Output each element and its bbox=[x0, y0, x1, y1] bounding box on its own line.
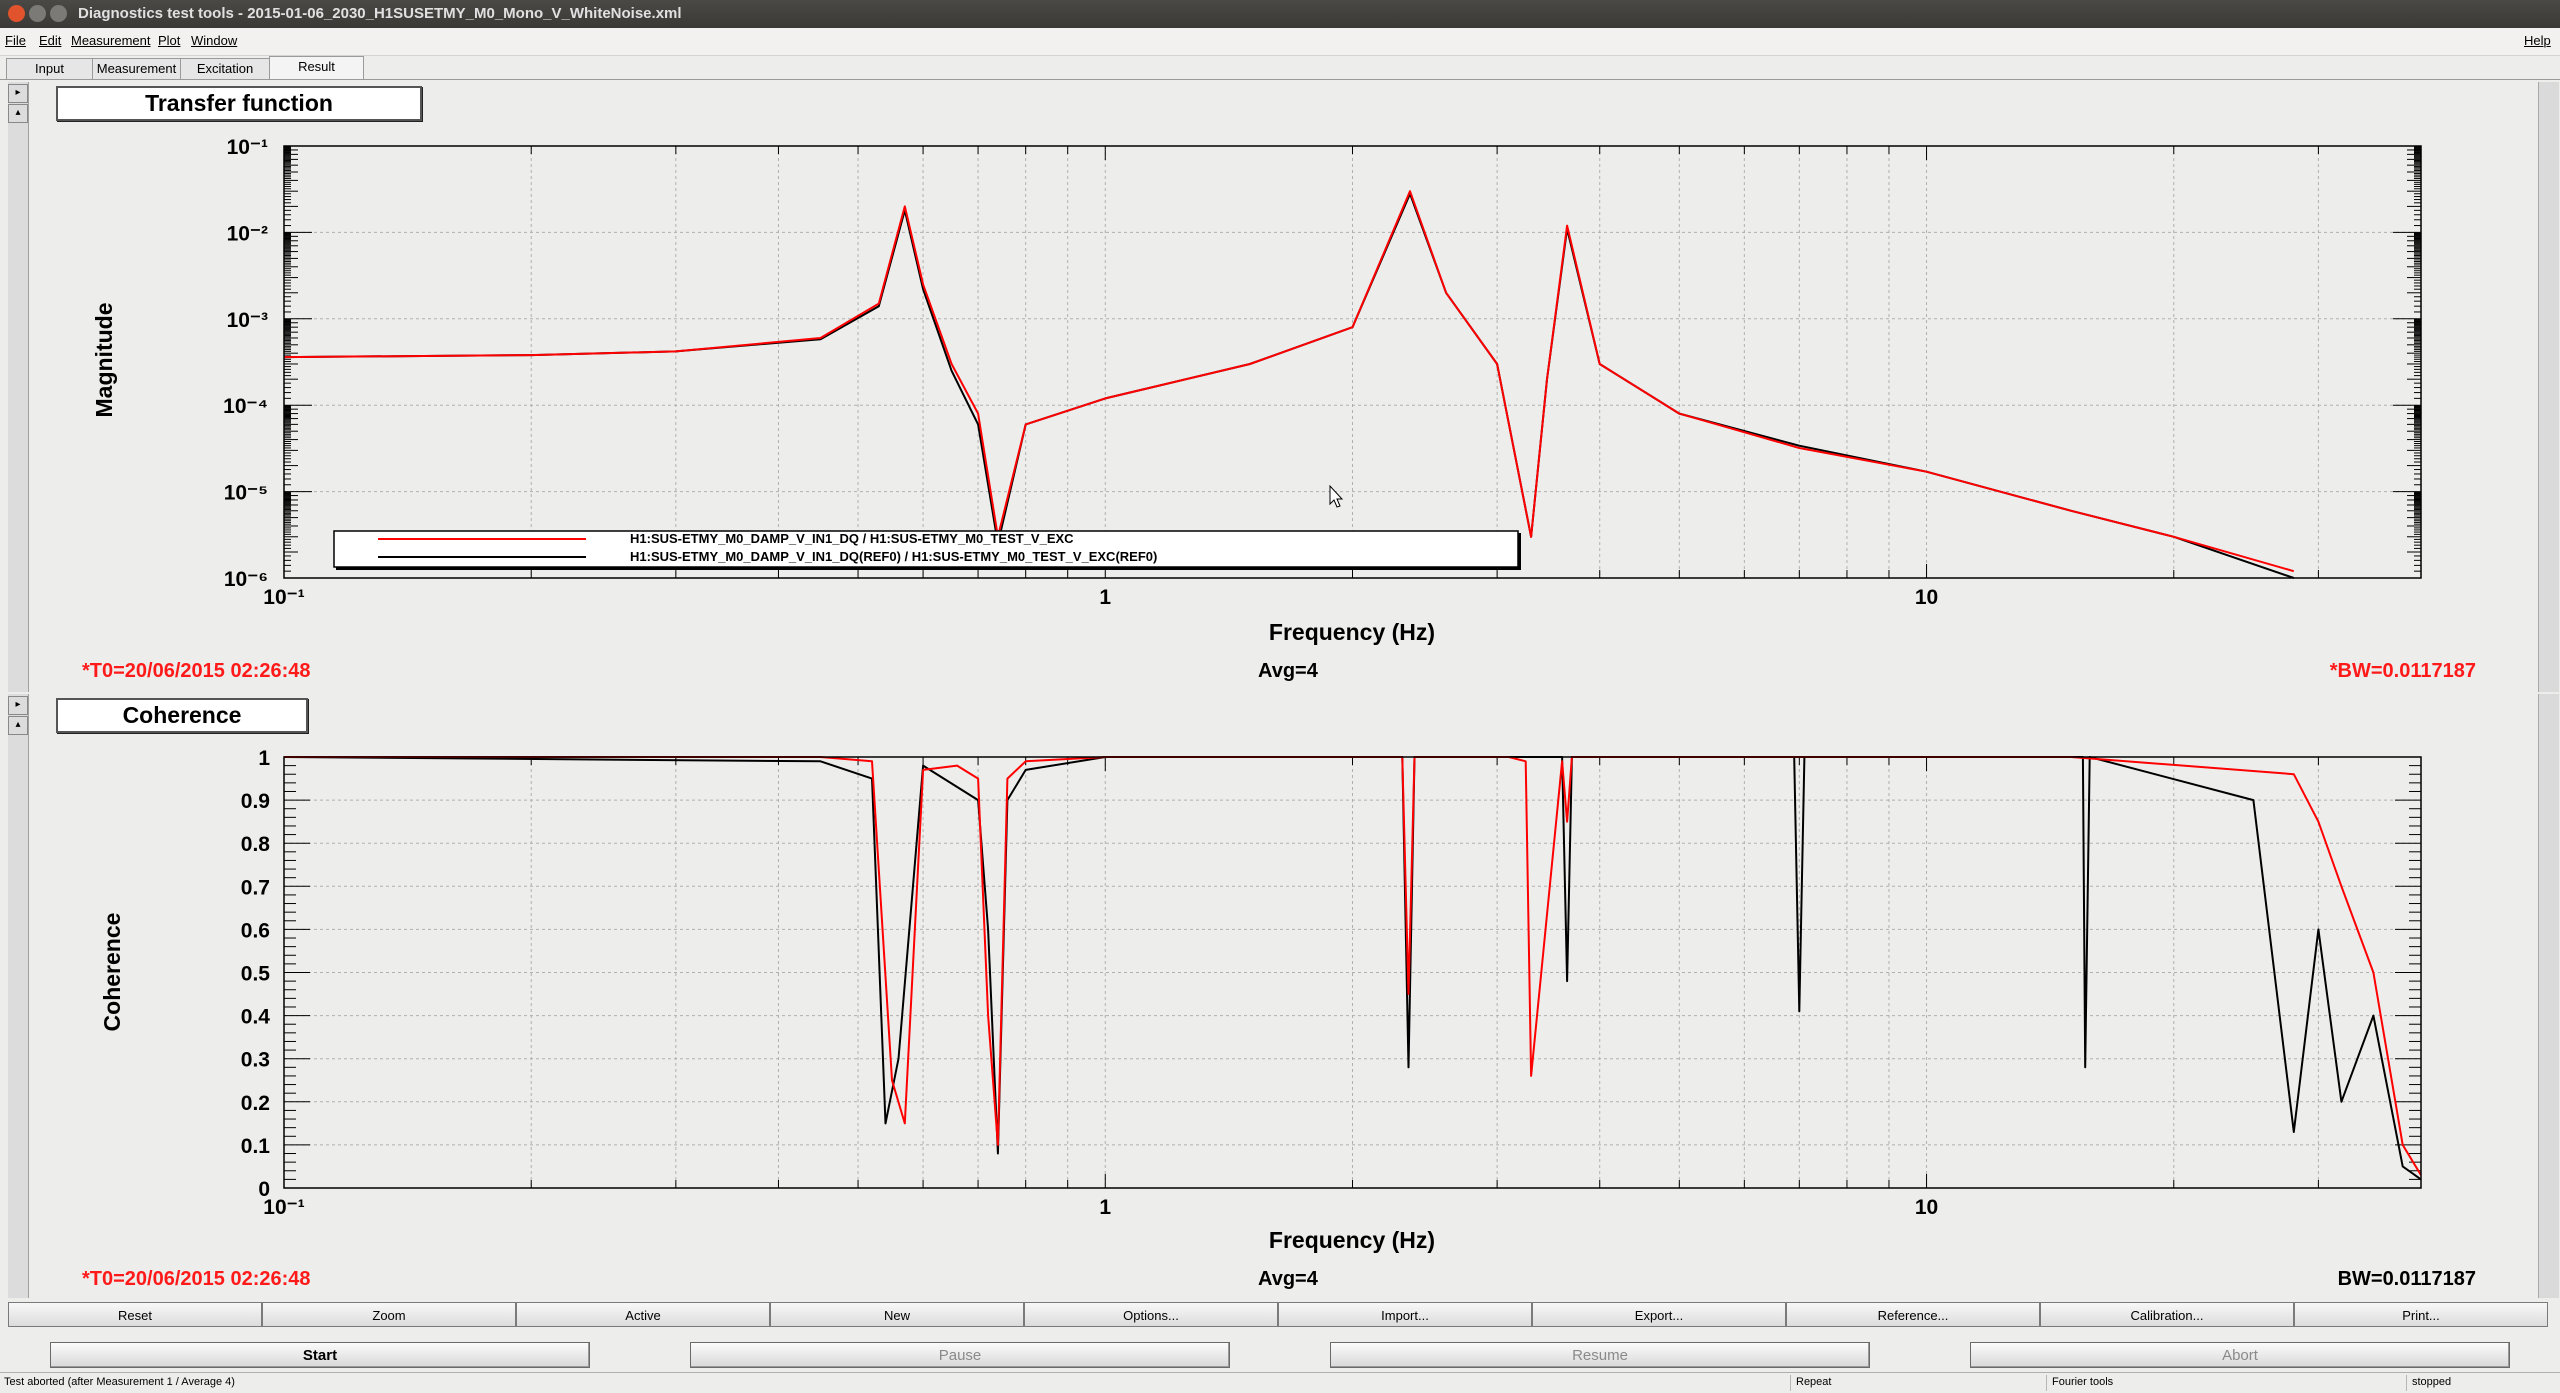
menu-window[interactable]: Window bbox=[191, 33, 237, 48]
y-tick-label: 0.5 bbox=[241, 963, 271, 986]
menu-measurement[interactable]: Measurement bbox=[71, 33, 150, 48]
tab-separator bbox=[0, 79, 2560, 80]
legend[interactable]: H1:SUS-ETMY_M0_DAMP_V_IN1_DQ / H1:SUS-ET… bbox=[333, 530, 1521, 570]
x-tick-label: 10 bbox=[1915, 1196, 1938, 1219]
x-tick-label: 1 bbox=[1099, 1196, 1111, 1219]
tab-measurement[interactable]: Measurement bbox=[92, 58, 181, 79]
active-button[interactable]: Active bbox=[516, 1302, 770, 1327]
menu-edit[interactable]: Edit bbox=[39, 33, 61, 48]
menu-file[interactable]: File bbox=[5, 33, 26, 48]
y-tick-label: 1 bbox=[258, 747, 270, 770]
status-separator bbox=[2406, 1375, 2407, 1391]
x-tick-label: 10⁻¹ bbox=[263, 586, 304, 609]
frequency-axis-label-2: Frequency (Hz) bbox=[1269, 1227, 1435, 1253]
graph1-scrollbar[interactable] bbox=[2538, 82, 2559, 692]
tab-excitation[interactable]: Excitation bbox=[180, 58, 270, 79]
x-tick-label: 1 bbox=[1099, 586, 1111, 609]
options-button[interactable]: Options... bbox=[1024, 1302, 1278, 1327]
graph2-avg-label: Avg=4 bbox=[1258, 1268, 1318, 1290]
status-mode: Repeat bbox=[1796, 1376, 1832, 1388]
print-button[interactable]: Print... bbox=[2294, 1302, 2548, 1327]
export-button[interactable]: Export... bbox=[1532, 1302, 1786, 1327]
close-window-button[interactable] bbox=[8, 5, 25, 22]
status-separator bbox=[1790, 1375, 1791, 1391]
y-tick-label: 10⁻⁶ bbox=[224, 568, 268, 591]
start-button[interactable]: Start bbox=[50, 1342, 590, 1368]
tab-bar: Input Measurement Excitation Result bbox=[0, 56, 2560, 80]
status-message: Test aborted (after Measurement 1 / Aver… bbox=[4, 1376, 235, 1388]
tab-result[interactable]: Result bbox=[269, 56, 364, 79]
y-tick-label: 0.2 bbox=[241, 1092, 270, 1115]
graph2-bw-label: BW=0.0117187 bbox=[2337, 1268, 2476, 1290]
frequency-axis-label: Frequency (Hz) bbox=[1269, 619, 1435, 645]
series-line-red bbox=[283, 190, 2295, 573]
y-tick-label: 0.4 bbox=[241, 1006, 271, 1029]
y-tick-label: 0.1 bbox=[241, 1135, 271, 1158]
graph1-t0-label: *T0=20/06/2015 02:26:48 bbox=[82, 660, 311, 682]
maximize-window-button[interactable] bbox=[50, 5, 67, 22]
y-tick-label: 0.8 bbox=[241, 833, 271, 856]
y-tick-label: 0 bbox=[258, 1178, 270, 1201]
resume-button[interactable]: Resume bbox=[1330, 1342, 1870, 1368]
y-tick-label: 10⁻² bbox=[227, 222, 268, 245]
status-bar: Test aborted (after Measurement 1 / Aver… bbox=[0, 1372, 2560, 1393]
status-tool: Fourier tools bbox=[2052, 1376, 2114, 1388]
menubar: File Edit Measurement Plot Window Help bbox=[0, 28, 2560, 56]
y-tick-label: 0.9 bbox=[241, 790, 270, 813]
menu-plot[interactable]: Plot bbox=[158, 33, 180, 48]
coherence-plot[interactable]: 10⁻¹ 1 1000.10.20.30.40.50.60.70.80.91 Coh… bbox=[0, 694, 2538, 1298]
minimize-window-button[interactable] bbox=[29, 5, 46, 22]
y-tick-label: 0.6 bbox=[241, 919, 270, 942]
y-tick-label: 0.7 bbox=[241, 876, 270, 899]
coherence-panel: Coherence 10⁻¹ 1 10 0 0.1 0.2 0.3 0.4 0.5 0.6 0.7 0… bbox=[0, 694, 2538, 1298]
zoom-button[interactable]: Zoom bbox=[262, 1302, 516, 1327]
window-titlebar: Diagnostics test tools - 2015-01-06_2030… bbox=[0, 0, 2560, 28]
pause-button[interactable]: Pause bbox=[690, 1342, 1230, 1368]
menu-help[interactable]: Help bbox=[2524, 33, 2551, 48]
graph2-scrollbar[interactable] bbox=[2538, 694, 2559, 1298]
transfer-function-plot[interactable]: 10⁻¹ 1 10 10⁻⁶ 10⁻⁵ 10⁻⁴ 10⁻³ 10⁻² 10⁻¹ Magnitud… bbox=[0, 82, 2538, 692]
series-line-black bbox=[283, 192, 2295, 579]
y-tick-label: 0.3 bbox=[241, 1049, 270, 1072]
abort-button[interactable]: Abort bbox=[1970, 1342, 2510, 1368]
status-state: stopped bbox=[2412, 1376, 2452, 1388]
magnitude-axis-label: Magnitude bbox=[91, 303, 117, 418]
reset-button[interactable]: Reset bbox=[8, 1302, 262, 1327]
x-tick-label: 10 bbox=[1915, 586, 1938, 609]
legend-entry-red: H1:SUS-ETMY_M0_DAMP_V_IN1_DQ / H1:SUS-ET… bbox=[630, 531, 1074, 546]
y-tick-label: 10⁻⁴ bbox=[223, 395, 268, 418]
y-tick-label: 10⁻³ bbox=[227, 309, 268, 332]
coherence-axis-label: Coherence bbox=[99, 913, 125, 1032]
status-separator bbox=[2046, 1375, 2047, 1391]
calibration-button[interactable]: Calibration... bbox=[2040, 1302, 2294, 1327]
import-button[interactable]: Import... bbox=[1278, 1302, 1532, 1327]
y-tick-label: 10⁻⁵ bbox=[224, 482, 268, 505]
legend-entry-black: H1:SUS-ETMY_M0_DAMP_V_IN1_DQ(REF0) / H1:… bbox=[630, 549, 1157, 564]
new-button[interactable]: New bbox=[770, 1302, 1024, 1327]
y-tick-label: 10⁻¹ bbox=[227, 136, 268, 159]
graph1-avg-label: Avg=4 bbox=[1258, 660, 1318, 682]
window-title: Diagnostics test tools - 2015-01-06_2030… bbox=[78, 5, 682, 22]
graph2-t0-label: *T0=20/06/2015 02:26:48 bbox=[82, 1268, 311, 1290]
transfer-function-panel: Transfer function 10⁻¹ 1 10 10⁻⁶ 10⁻⁵ 10⁻⁴ 10⁻… bbox=[0, 82, 2538, 692]
reference-button[interactable]: Reference... bbox=[1786, 1302, 2040, 1327]
tab-input[interactable]: Input bbox=[6, 58, 93, 79]
graph1-bw-label: *BW=0.0117187 bbox=[2329, 660, 2476, 682]
